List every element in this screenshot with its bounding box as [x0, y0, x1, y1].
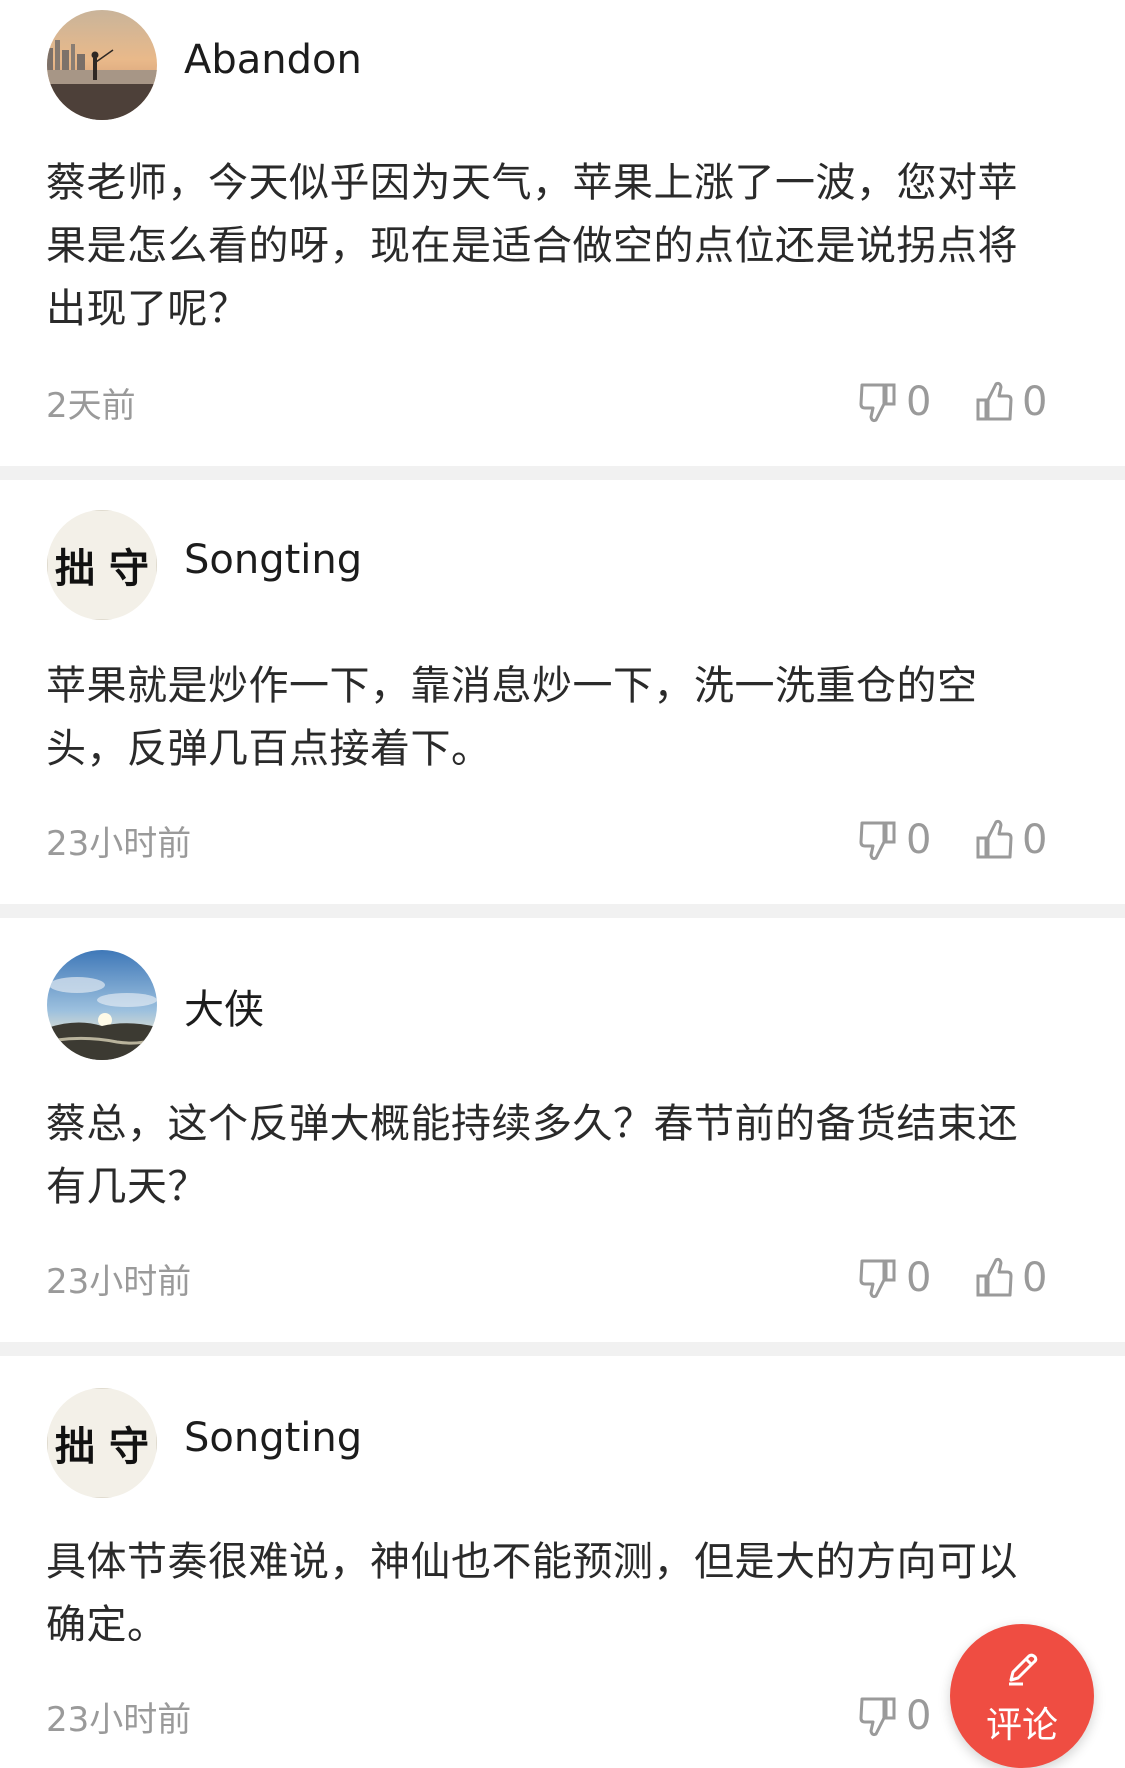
write-comment-label: 评论: [985, 1705, 1058, 1746]
like-button[interactable]: 0: [974, 1254, 1047, 1302]
timestamp: 23小时前: [46, 1700, 192, 1740]
comment-item: 大侠 蔡总，这个反弹大概能持续多久？春节前的备货结束还有几天？ 23小时前 0 …: [0, 918, 1125, 1342]
comment-item: 拙 守 Songting 苹果就是炒作一下，靠消息炒一下，洗一洗重仓的空头，反弹…: [0, 480, 1125, 904]
avatar[interactable]: 拙 守: [47, 1388, 157, 1498]
username[interactable]: 大侠: [184, 977, 264, 1035]
avatar-calligraphy-text: 拙 守: [55, 545, 149, 592]
avatar[interactable]: [47, 10, 157, 120]
dislike-button[interactable]: 0: [858, 1254, 931, 1302]
thumbs-down-icon: [859, 1697, 896, 1737]
like-count: 0: [1022, 817, 1048, 863]
comment-text: 具体节奏很难说，神仙也不能预测，但是大的方向可以确定。: [46, 1539, 1018, 1648]
thumbs-up-icon: [976, 1257, 1013, 1297]
dislike-button[interactable]: 0: [858, 816, 931, 864]
calligraphy-avatar-image: 拙 守: [47, 510, 157, 620]
username[interactable]: Songting: [184, 1415, 362, 1461]
dislike-count: 0: [906, 379, 932, 425]
username[interactable]: Abandon: [184, 37, 362, 83]
comment-divider: [0, 904, 1125, 918]
comment-text: 蔡总，这个反弹大概能持续多久？春节前的备货结束还有几天？: [46, 1101, 1018, 1210]
avatar[interactable]: [47, 950, 157, 1060]
like-count: 0: [1022, 379, 1048, 425]
sky-landscape-image: [47, 950, 157, 1060]
comment-feed: Abandon 蔡老师，今天似乎因为天气，苹果上涨了一波，您对苹果是怎么看的呀，…: [0, 0, 1125, 1768]
username[interactable]: Songting: [184, 537, 362, 583]
avatar[interactable]: 拙 守: [47, 510, 157, 620]
thumbs-down-icon: [859, 821, 896, 861]
timestamp: 2天前: [46, 386, 136, 426]
like-button[interactable]: 0: [974, 816, 1047, 864]
dislike-count: 0: [906, 1255, 932, 1301]
timestamp: 23小时前: [46, 824, 192, 864]
comment-text: 苹果就是炒作一下，靠消息炒一下，洗一洗重仓的空头，反弹几百点接着下。: [46, 663, 978, 772]
comment-divider: [0, 1342, 1125, 1356]
dislike-count: 0: [906, 1693, 932, 1739]
avatar-calligraphy-text: 拙 守: [55, 1423, 149, 1470]
thumbs-down-icon: [859, 1259, 896, 1299]
like-button[interactable]: 0: [974, 378, 1047, 426]
dislike-button[interactable]: 0: [858, 1692, 931, 1740]
thumbs-down-icon: [859, 383, 896, 423]
comment-divider: [0, 466, 1125, 480]
dislike-count: 0: [906, 817, 932, 863]
thumbs-up-icon: [976, 381, 1013, 421]
comment-item: Abandon 蔡老师，今天似乎因为天气，苹果上涨了一波，您对苹果是怎么看的呀，…: [0, 0, 1125, 466]
timestamp: 23小时前: [46, 1262, 192, 1302]
dislike-button[interactable]: 0: [858, 378, 931, 426]
like-count: 0: [1022, 1255, 1048, 1301]
comment-text: 蔡老师，今天似乎因为天气，苹果上涨了一波，您对苹果是怎么看的呀，现在是适合做空的…: [46, 160, 1018, 332]
sunset-photo-image: [47, 10, 157, 120]
thumbs-up-icon: [976, 819, 1013, 859]
write-comment-button[interactable]: 评论: [950, 1624, 1094, 1768]
calligraphy-avatar-image: 拙 守: [47, 1388, 157, 1498]
pencil-icon: [1003, 1650, 1041, 1692]
